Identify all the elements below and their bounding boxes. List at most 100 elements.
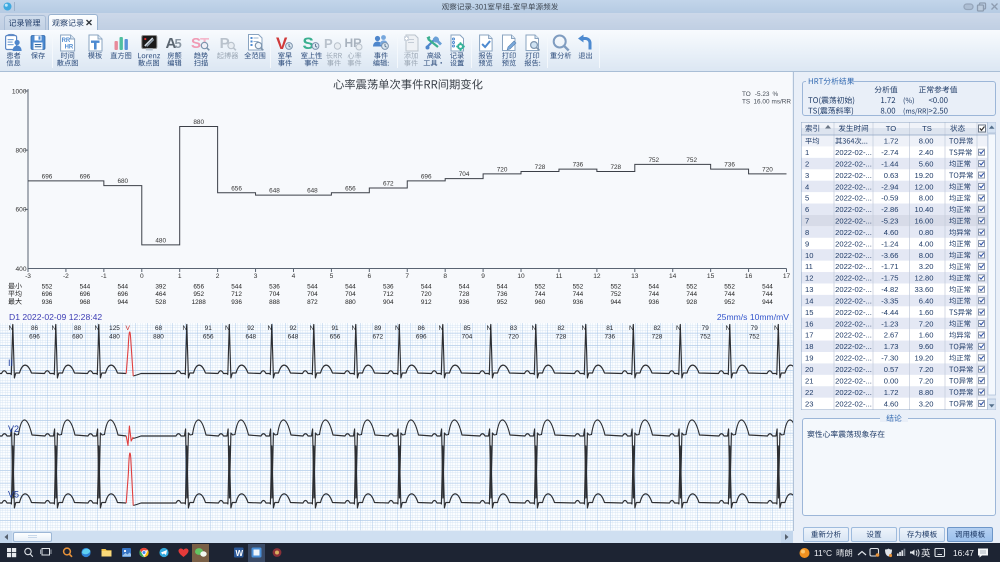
svg-text:N: N: [225, 325, 230, 332]
svg-text:2: 2: [216, 273, 220, 280]
svg-text:736: 736: [497, 291, 508, 298]
svg-text:672: 672: [372, 334, 383, 341]
svg-text:544: 544: [307, 284, 318, 291]
svg-text:0: 0: [140, 273, 144, 280]
svg-text:15: 15: [805, 308, 813, 317]
svg-text:800: 800: [15, 148, 26, 155]
svg-text:3.20: 3.20: [919, 262, 934, 271]
svg-text:728: 728: [610, 164, 621, 171]
svg-text:-5.23: -5.23: [881, 217, 898, 226]
svg-text:3: 3: [805, 171, 809, 180]
svg-text:N: N: [774, 325, 779, 332]
svg-text:392: 392: [155, 284, 166, 291]
svg-text:552: 552: [610, 284, 621, 291]
svg-text:544: 544: [231, 284, 242, 291]
svg-text:696: 696: [117, 291, 128, 298]
svg-text:1.60: 1.60: [919, 331, 934, 340]
svg-text:4.60: 4.60: [884, 399, 899, 408]
svg-text:1.60: 1.60: [919, 308, 934, 317]
svg-text:-2.94: -2.94: [881, 182, 898, 191]
svg-text:-5.23: -5.23: [755, 91, 770, 98]
svg-text:752: 752: [700, 334, 711, 341]
svg-text:696: 696: [80, 173, 91, 180]
svg-text:728: 728: [556, 334, 567, 341]
svg-text:83: 83: [510, 325, 518, 332]
svg-text:968: 968: [80, 299, 91, 306]
svg-text:-3: -3: [25, 273, 31, 280]
svg-text:4.00: 4.00: [919, 239, 934, 248]
svg-text:704: 704: [307, 291, 318, 298]
svg-text:18: 18: [805, 342, 813, 351]
svg-text:552: 552: [686, 284, 697, 291]
svg-text:872: 872: [307, 299, 318, 306]
svg-text:2022-02-...: 2022-02-...: [835, 365, 872, 374]
svg-text:N: N: [532, 325, 537, 332]
svg-text:656: 656: [345, 185, 356, 192]
svg-text:10: 10: [517, 273, 525, 280]
svg-text:4.60: 4.60: [884, 228, 899, 237]
svg-text:16: 16: [805, 319, 813, 328]
svg-text:0.80: 0.80: [919, 228, 934, 237]
svg-text:912: 912: [421, 299, 432, 306]
svg-text:744: 744: [686, 291, 697, 298]
svg-text:944: 944: [117, 299, 128, 306]
svg-text:82: 82: [557, 325, 565, 332]
svg-text:17: 17: [783, 273, 791, 280]
svg-text:752: 752: [610, 291, 621, 298]
svg-text:544: 544: [497, 284, 508, 291]
svg-text:712: 712: [383, 291, 394, 298]
svg-text:536: 536: [269, 284, 280, 291]
svg-text:-0.59: -0.59: [881, 194, 898, 203]
svg-text:2022-02-...: 2022-02-...: [835, 251, 872, 260]
svg-text:2022-02-...: 2022-02-...: [835, 239, 872, 248]
svg-text:92: 92: [247, 325, 255, 332]
svg-text:8.00: 8.00: [919, 194, 934, 203]
svg-text:752: 752: [686, 157, 697, 164]
svg-text:%: %: [773, 91, 779, 98]
svg-text:13: 13: [805, 285, 813, 294]
svg-text:N: N: [629, 325, 634, 332]
svg-text:952: 952: [193, 291, 204, 298]
svg-text:N: N: [9, 325, 14, 332]
svg-text:952: 952: [497, 299, 508, 306]
svg-text:480: 480: [109, 334, 120, 341]
svg-text:-1.23: -1.23: [881, 319, 898, 328]
svg-text:2022-02-...: 2022-02-...: [835, 354, 872, 363]
svg-text:880: 880: [193, 119, 204, 126]
svg-text:928: 928: [686, 299, 697, 306]
svg-text:79: 79: [702, 325, 710, 332]
svg-text:744: 744: [724, 291, 735, 298]
svg-text:648: 648: [269, 188, 280, 195]
svg-text:680: 680: [72, 334, 83, 341]
svg-text:944: 944: [610, 299, 621, 306]
svg-text:12.80: 12.80: [914, 274, 933, 283]
svg-text:544: 544: [80, 284, 91, 291]
svg-text:13: 13: [631, 273, 639, 280]
svg-text:86: 86: [31, 325, 39, 332]
svg-text:20: 20: [805, 365, 813, 374]
svg-text:4: 4: [805, 182, 809, 191]
svg-text:2022-02-...: 2022-02-...: [835, 297, 872, 306]
svg-text:2022-02-...: 2022-02-...: [835, 342, 872, 351]
svg-text:1000: 1000: [12, 88, 27, 95]
svg-text:704: 704: [345, 291, 356, 298]
svg-text:1.72: 1.72: [884, 137, 899, 146]
svg-text:736: 736: [604, 334, 615, 341]
svg-text:8: 8: [443, 273, 447, 280]
svg-text:7.20: 7.20: [919, 376, 934, 385]
svg-text:8.00: 8.00: [919, 251, 934, 260]
svg-text:-2.86: -2.86: [881, 205, 898, 214]
svg-text:-1.75: -1.75: [881, 274, 898, 283]
svg-text:704: 704: [459, 171, 470, 178]
svg-text:544: 544: [421, 284, 432, 291]
svg-text:7.20: 7.20: [919, 319, 934, 328]
svg-text:888: 888: [269, 299, 280, 306]
svg-text:400: 400: [15, 266, 26, 273]
svg-text:14: 14: [805, 297, 813, 306]
svg-text:648: 648: [307, 188, 318, 195]
svg-text:N: N: [352, 325, 357, 332]
svg-text:2022-02-...: 2022-02-...: [835, 388, 872, 397]
svg-text:14: 14: [669, 273, 677, 280]
svg-text:544: 544: [459, 284, 470, 291]
svg-text:2: 2: [805, 159, 809, 168]
